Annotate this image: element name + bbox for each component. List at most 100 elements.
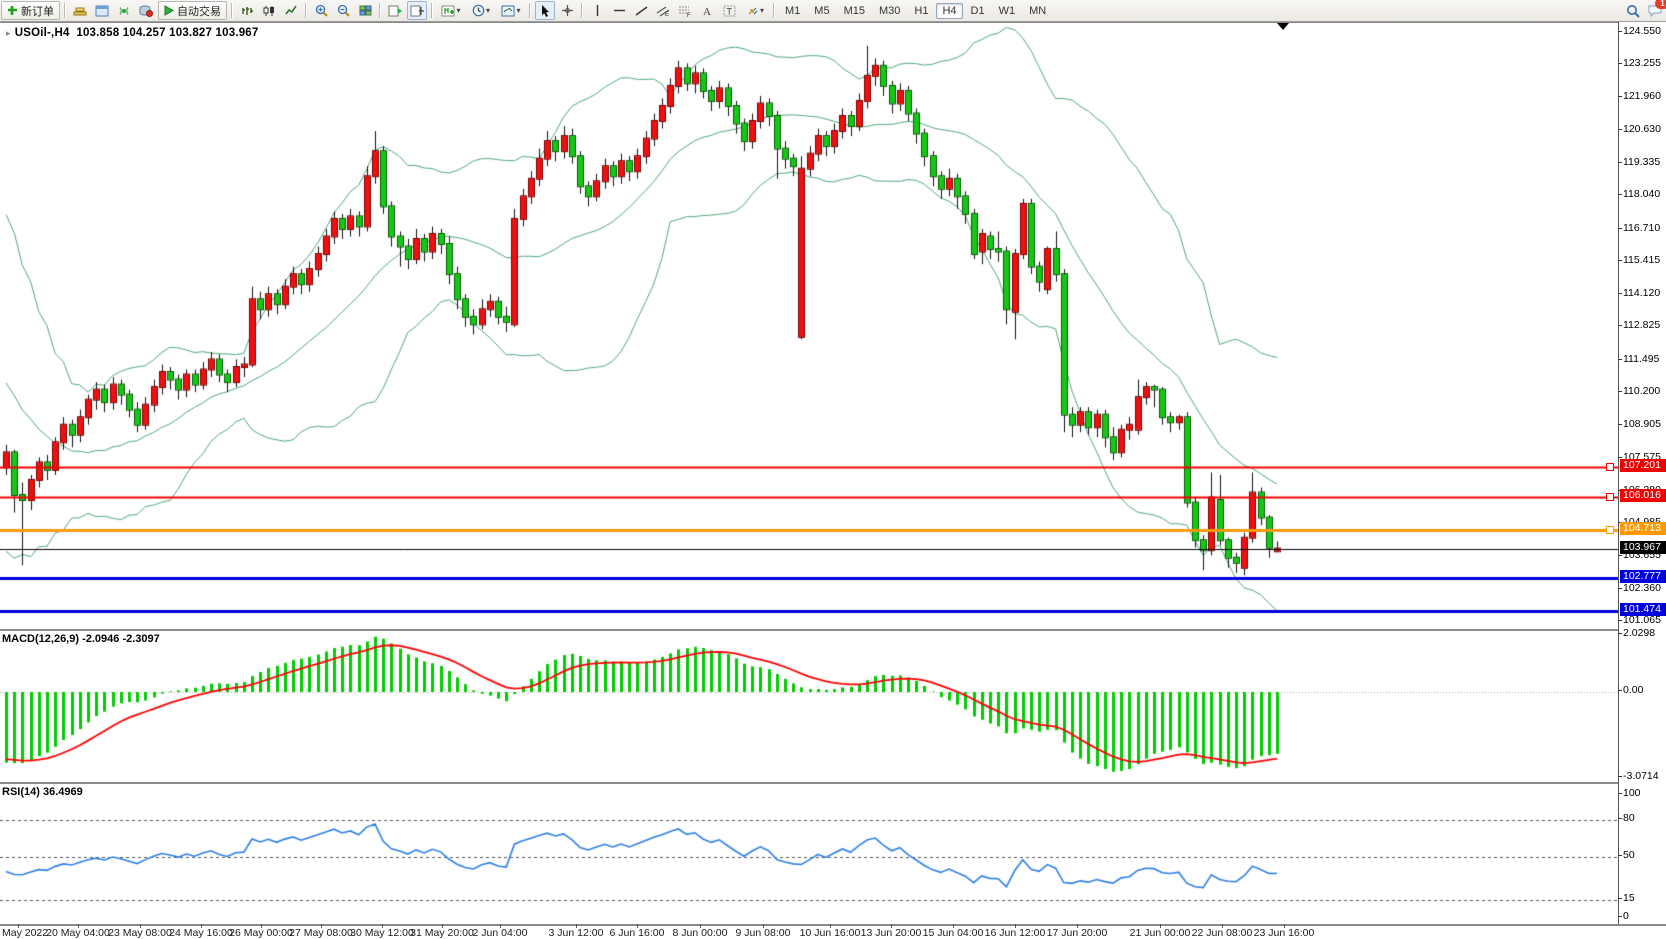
time-label: 27 May 08:00 [289,927,353,939]
macd-tick [1618,633,1622,634]
bar-chart-mode-button[interactable] [237,1,257,20]
rsi-tick [1618,916,1622,917]
price-tick-label: 115.415 [1623,254,1660,266]
dropdown-arrow-icon[interactable]: ▾ [456,6,460,15]
candle-chart-icon [263,5,276,17]
timeframe-m5-button[interactable]: M5 [808,3,835,19]
history-center-button[interactable] [136,1,156,20]
price-line-tag: 104.713 [1620,522,1666,535]
price-tick-label: 116.710 [1623,222,1660,234]
low-value: 103.827 [169,27,212,39]
cursor-button[interactable] [535,1,555,20]
auto-scroll-button[interactable] [385,1,405,20]
price-line-tag: 106.016 [1620,489,1666,502]
candle-chart-mode-button[interactable] [259,1,279,20]
zoom-out-button[interactable] [333,1,353,20]
price-tick-label: 112.825 [1623,319,1660,331]
fibonacci-button[interactable]: F [675,1,695,20]
dropdown-arrow-icon[interactable]: ▾ [516,6,520,15]
zoom-in-button[interactable] [311,1,331,20]
chart-shift-marker-icon[interactable] [1277,23,1289,30]
crosshair-button[interactable] [557,1,577,20]
tile-windows-button[interactable] [355,1,375,20]
crosshair-icon [561,4,574,17]
trendline-button[interactable] [631,1,651,20]
hline-handle[interactable] [1606,526,1614,534]
time-label: 2 Jun 04:00 [473,927,528,939]
time-label: 10 Jun 16:00 [800,927,861,939]
timeframe-m30-button[interactable]: M30 [873,3,906,19]
clock-icon [472,4,485,17]
signals-button[interactable] [114,1,134,20]
trendline-icon [635,5,648,17]
rsi-canvas[interactable] [0,784,1618,922]
search-button[interactable] [1623,1,1643,20]
vertical-line-button[interactable] [587,1,607,20]
rsi-tick [1618,855,1622,856]
toolbar-separator [431,3,433,18]
channel-icon: E [656,5,670,17]
notifications-button[interactable]: 1 [1645,1,1665,20]
channel-button[interactable]: E [653,1,673,20]
bar-chart-icon [241,5,254,17]
chart-shift-icon [410,5,424,17]
toolbar: 新订单 自动交易 ▾ ▾ ▾ E F A T ▾ M1M5M15M30H1H4D1W1MN 1 [0,0,1666,22]
horizontal-line-button[interactable] [609,1,629,20]
macd-canvas[interactable] [0,631,1618,778]
price-tick [1618,391,1622,392]
svg-text:T: T [726,6,732,16]
main-chart-panel [0,22,1666,626]
hline-icon [613,6,626,15]
fibonacci-icon: F [678,5,692,17]
rsi-tick-label: 100 [1623,787,1641,799]
dropdown-arrow-icon[interactable]: ▾ [486,6,490,15]
zoom-in-icon [315,4,328,17]
label-button[interactable]: T [719,1,739,20]
svg-text:E: E [665,12,669,17]
timeframe-h1-button[interactable]: H1 [908,3,934,19]
time-label: 15 Jun 04:00 [923,927,984,939]
dropdown-arrow-icon[interactable]: ▾ [760,6,764,15]
plus-icon [7,5,18,16]
price-tick [1618,293,1622,294]
price-tick [1618,457,1622,458]
timeframe-h4-button[interactable]: H4 [936,3,962,19]
price-chart-canvas[interactable] [0,23,1618,626]
template-icon [501,5,515,17]
price-tick [1618,260,1622,261]
label-icon: T [723,5,736,17]
rsi-tick-label: 50 [1623,849,1635,861]
timeframe-w1-button[interactable]: W1 [993,3,1022,19]
timeframe-d1-button[interactable]: D1 [965,3,991,19]
toolbar-separator [231,3,233,18]
price-tick [1618,325,1622,326]
tile-icon [359,5,372,17]
price-tick-label: 118.040 [1623,188,1660,200]
line-chart-mode-button[interactable] [281,1,301,20]
arrows-icon [746,5,759,17]
chart-shift-button[interactable] [407,1,427,20]
text-button[interactable]: A [697,1,717,20]
templates-button[interactable]: ▾ [497,1,525,20]
market-watch-button[interactable] [92,1,112,20]
collapse-arrow-icon[interactable]: ▸ [6,28,11,38]
arrows-button[interactable]: ▾ [741,1,769,20]
timeframe-mn-button[interactable]: MN [1023,3,1052,19]
timeframe-m1-button[interactable]: M1 [779,3,806,19]
time-label: 31 May 20:00 [410,927,474,939]
hline-handle[interactable] [1606,493,1614,501]
hline-handle[interactable] [1606,463,1614,471]
svg-text:A: A [703,6,711,17]
quotes-window-button[interactable] [70,1,90,20]
price-tick [1618,96,1622,97]
indicators-button[interactable]: ▾ [437,1,465,20]
time-label: 26 May 00:00 [229,927,293,939]
timeframe-m15-button[interactable]: M15 [838,3,871,19]
svg-text:F: F [687,13,691,17]
new-order-button[interactable]: 新订单 [1,1,60,20]
macd-values: -2.0946 -2.3097 [82,633,160,645]
auto-trading-button[interactable]: 自动交易 [158,1,227,20]
periods-button[interactable]: ▾ [467,1,495,20]
price-tick [1618,129,1622,130]
macd-tick-label: 2.0298 [1623,627,1655,639]
